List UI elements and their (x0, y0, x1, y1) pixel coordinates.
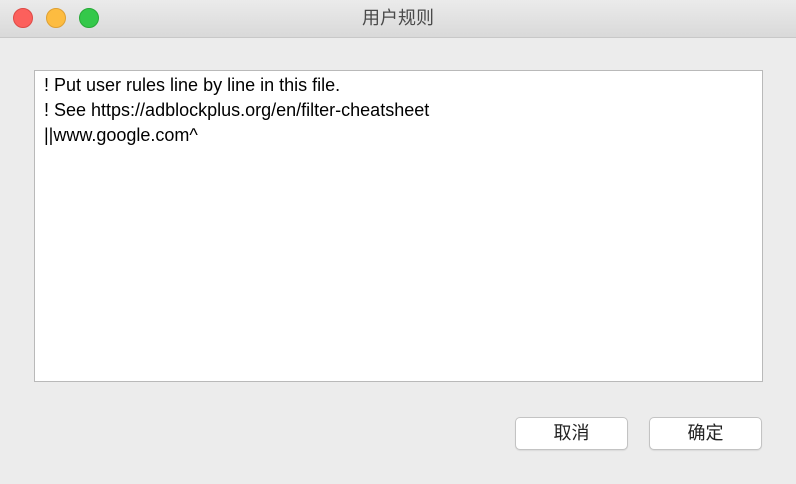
window-title: 用户规则 (362, 8, 434, 29)
editor-line: ! See https://adblockplus.org/en/filter-… (44, 100, 430, 120)
rules-text-editor[interactable]: ! Put user rules line by line in this fi… (34, 70, 763, 382)
editor-line: ||www.google.com^ (44, 125, 198, 145)
cancel-button[interactable]: 取消 (515, 417, 628, 450)
editor-line: ! Put user rules line by line in this fi… (44, 75, 341, 95)
user-rules-window: 用户规则 ! Put user rules line by line in th… (0, 0, 796, 484)
ok-button[interactable]: 确定 (649, 417, 762, 450)
title-bar: 用户规则 (0, 0, 796, 38)
